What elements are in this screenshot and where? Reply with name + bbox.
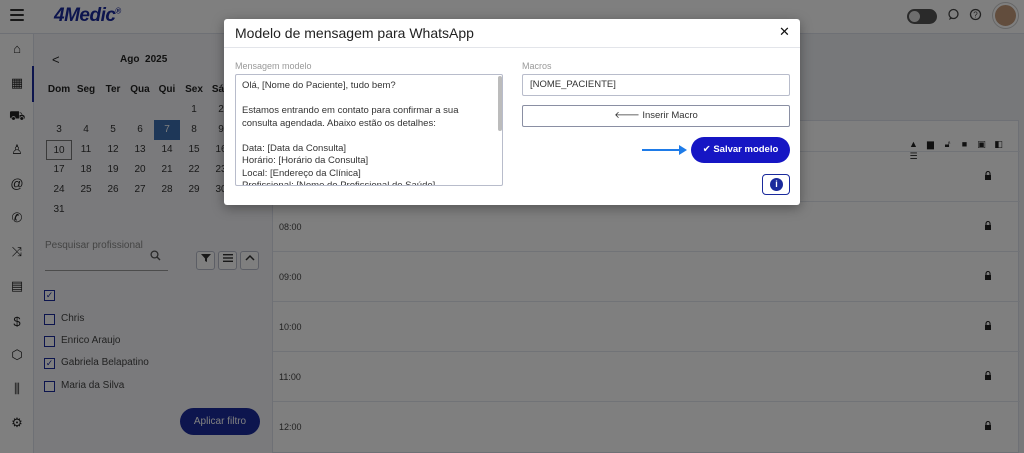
macro-select[interactable]: [NOME_PACIENTE] bbox=[522, 74, 790, 96]
save-template-button[interactable]: ✔ Salvar modelo bbox=[691, 137, 790, 163]
info-button[interactable]: i bbox=[762, 174, 790, 195]
save-template-label: Salvar modelo bbox=[713, 144, 779, 155]
message-label: Mensagem modelo bbox=[235, 61, 312, 71]
info-icon: i bbox=[770, 178, 783, 191]
message-scrollbar[interactable] bbox=[498, 76, 502, 131]
arrow-left-icon: 🡐︎ bbox=[614, 110, 643, 121]
pointer-arrow-line bbox=[642, 149, 682, 151]
close-icon[interactable]: ✕ bbox=[779, 24, 790, 40]
message-text: Olá, [Nome do Paciente], tudo bem? Estam… bbox=[242, 80, 459, 186]
whatsapp-template-modal: Modelo de mensagem para WhatsApp ✕ Mensa… bbox=[224, 19, 800, 205]
insert-macro-label: Inserir Macro bbox=[642, 110, 698, 121]
pointer-arrow-icon bbox=[679, 145, 687, 155]
message-textarea[interactable]: Olá, [Nome do Paciente], tudo bem? Estam… bbox=[235, 74, 503, 186]
modal-header: Modelo de mensagem para WhatsApp ✕ bbox=[224, 19, 800, 48]
check-icon: ✔ bbox=[702, 144, 714, 155]
modal-title: Modelo de mensagem para WhatsApp bbox=[235, 25, 474, 41]
insert-macro-button[interactable]: 🡐︎ Inserir Macro bbox=[522, 105, 790, 127]
macros-label: Macros bbox=[522, 61, 552, 71]
